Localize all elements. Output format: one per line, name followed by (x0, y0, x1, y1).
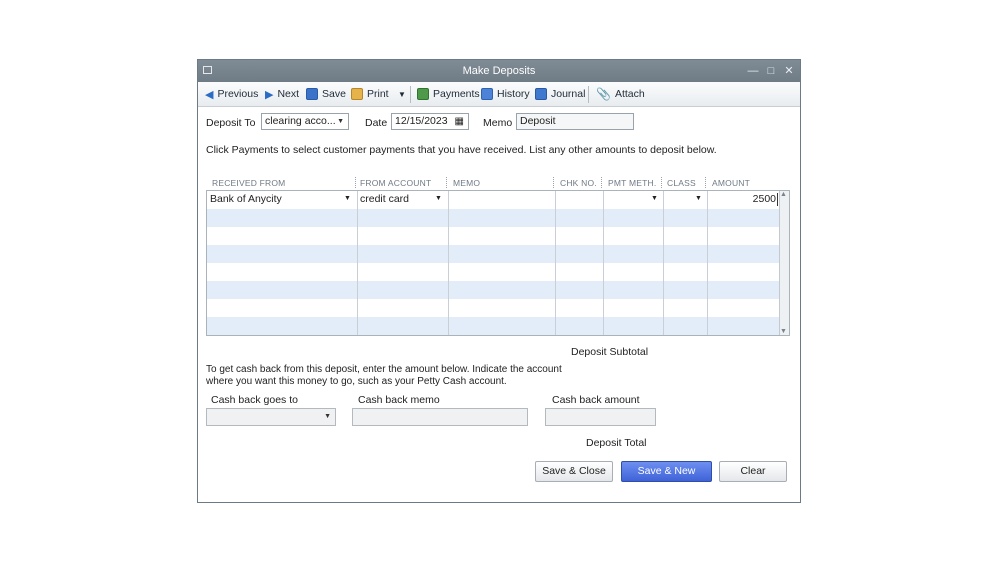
column-header-pmt-meth[interactable]: PMT METH. (608, 178, 656, 188)
make-deposits-window: Make Deposits — □ ✕ ◀ Previous ▶ Next Sa… (197, 59, 801, 503)
close-icon[interactable]: ✕ (782, 63, 796, 79)
chevron-down-icon: ▼ (324, 413, 331, 420)
memo-label: Memo (483, 117, 513, 129)
payments-icon (417, 88, 429, 100)
previous-button[interactable]: ◀ Previous (205, 86, 258, 102)
next-button[interactable]: ▶ Next (265, 86, 299, 102)
deposit-total-label: Deposit Total (586, 437, 647, 449)
journal-button[interactable]: Journal (535, 86, 585, 102)
clear-button[interactable]: Clear (719, 461, 787, 482)
deposit-to-label: Deposit To (206, 117, 256, 129)
column-divider (355, 177, 356, 188)
column-divider (446, 177, 447, 188)
column-line (603, 191, 604, 335)
toolbar: ◀ Previous ▶ Next Save Print ▼ Payments … (198, 82, 800, 107)
calendar-icon[interactable]: ▦ (455, 114, 464, 129)
deposit-subtotal-label: Deposit Subtotal (571, 346, 649, 358)
scroll-up-icon[interactable]: ▲ (780, 191, 787, 198)
floppy-disk-icon (306, 88, 318, 100)
title-bar[interactable]: Make Deposits — □ ✕ (198, 60, 800, 82)
history-icon (481, 88, 493, 100)
column-header-received-from[interactable]: RECEIVED FROM (212, 178, 285, 188)
chevron-down-icon[interactable]: ▼ (435, 195, 442, 202)
cell-received-from[interactable]: Bank of Anycity (210, 193, 282, 205)
cell-from-account[interactable]: credit card (360, 193, 409, 205)
printer-icon (351, 88, 363, 100)
history-button[interactable]: History (481, 86, 530, 102)
maximize-icon[interactable]: □ (764, 63, 778, 79)
table-row[interactable] (207, 227, 779, 245)
window-title: Make Deposits (462, 65, 536, 77)
cell-amount[interactable]: 2500 (710, 193, 776, 205)
memo-field[interactable]: Deposit (516, 113, 634, 130)
table-row[interactable] (207, 209, 779, 227)
payments-button[interactable]: Payments (417, 86, 480, 102)
column-header-class[interactable]: CLASS (667, 178, 696, 188)
chevron-down-icon: ▼ (398, 89, 406, 99)
cashback-amount-label: Cash back amount (552, 394, 640, 406)
table-scrollbar[interactable]: ▲ ▼ (779, 191, 789, 335)
column-header-memo[interactable]: MEMO (453, 178, 480, 188)
cashback-memo-label: Cash back memo (358, 394, 440, 406)
table-row[interactable] (207, 317, 779, 335)
column-line (555, 191, 556, 335)
table-row[interactable] (207, 281, 779, 299)
cashback-memo-field[interactable] (352, 408, 528, 426)
arrow-left-icon: ◀ (205, 88, 214, 101)
chevron-down-icon[interactable]: ▼ (695, 195, 702, 202)
column-header-from-account[interactable]: FROM ACCOUNT (360, 178, 431, 188)
column-line (707, 191, 708, 335)
chevron-down-icon[interactable]: ▼ (651, 195, 658, 202)
arrow-right-icon: ▶ (265, 88, 274, 101)
column-line (448, 191, 449, 335)
column-line (663, 191, 664, 335)
cashback-goes-to-select[interactable]: ▼ (206, 408, 336, 426)
instructions-text: Click Payments to select customer paymen… (206, 144, 717, 156)
scroll-down-icon[interactable]: ▼ (780, 328, 787, 335)
column-header-chk-no[interactable]: CHK NO. (560, 178, 597, 188)
toolbar-divider (588, 86, 589, 103)
save-new-button[interactable]: Save & New (621, 461, 712, 482)
chevron-down-icon: ▼ (337, 118, 344, 125)
minimize-icon[interactable]: — (746, 63, 760, 79)
column-divider (601, 177, 602, 188)
date-field[interactable]: 12/15/2023 ▦ (391, 113, 469, 130)
print-button[interactable]: Print (351, 86, 389, 102)
toolbar-divider (410, 86, 411, 103)
chevron-down-icon[interactable]: ▼ (344, 195, 351, 202)
paperclip-icon: 📎 (596, 87, 611, 101)
print-dropdown-button[interactable]: ▼ (398, 86, 406, 102)
table-row[interactable]: Bank of Anycity ▼ credit card ▼ ▼ ▼ 2500 (207, 191, 779, 209)
table-row[interactable] (207, 299, 779, 317)
cashback-goes-to-label: Cash back goes to (211, 394, 298, 406)
date-label: Date (365, 117, 388, 129)
attach-button[interactable]: 📎 Attach (596, 86, 645, 102)
column-divider (661, 177, 662, 188)
column-header-amount[interactable]: AMOUNT (712, 178, 750, 188)
table-row[interactable] (207, 263, 779, 281)
save-toolbar-button[interactable]: Save (306, 86, 346, 102)
deposit-lines-table: Bank of Anycity ▼ credit card ▼ ▼ ▼ 2500 (206, 190, 790, 336)
cashback-instructions-line2: where you want this money to go, such as… (206, 376, 507, 387)
journal-icon (535, 88, 547, 100)
column-line (357, 191, 358, 335)
column-divider (705, 177, 706, 188)
table-row[interactable] (207, 245, 779, 263)
save-close-button[interactable]: Save & Close (535, 461, 613, 482)
deposit-to-select[interactable]: clearing acco... ▼ (261, 113, 349, 130)
cashback-amount-field[interactable] (545, 408, 656, 426)
cashback-instructions-line1: To get cash back from this deposit, ente… (206, 364, 562, 375)
text-cursor (777, 193, 778, 206)
column-divider (553, 177, 554, 188)
